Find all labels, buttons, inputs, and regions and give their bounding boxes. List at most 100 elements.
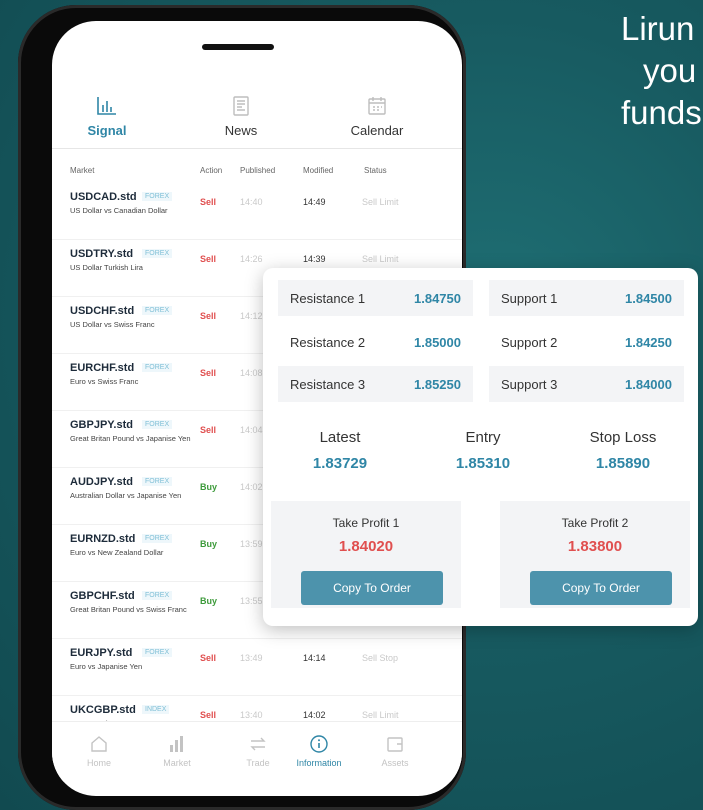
nav-label: Trade — [246, 758, 270, 768]
market-description: US Dollar Turkish Lira — [70, 263, 143, 272]
stat-value: 1.85890 — [595, 455, 651, 472]
action-label: Sell — [200, 425, 217, 435]
action-label: Buy — [200, 482, 218, 492]
market-category-badge: FOREX — [142, 192, 173, 201]
signal-detail-card: Resistance 1 1.84750 Support 1 1.84500 R… — [263, 268, 698, 626]
market-description: Great Britan Pound vs Swiss Franc — [70, 605, 187, 614]
level-value: 1.84000 — [625, 377, 672, 392]
support-2-row: Support 2 1.84250 — [489, 324, 684, 360]
published-time: 14:02 — [240, 482, 263, 492]
tab-label: Signal — [87, 123, 127, 138]
order-status: Sell Stop — [362, 653, 399, 663]
tab-calendar[interactable]: Calendar — [322, 95, 432, 138]
market-description: Euro vs New Zealand Dollar — [70, 548, 164, 557]
take-profit-label: Take Profit 1 — [332, 516, 400, 530]
level-name: Support 2 — [501, 335, 558, 350]
market-description: Great Britan Pound vs Japanise Yen — [70, 434, 191, 443]
tab-signal[interactable]: Signal — [52, 95, 162, 138]
latest-price: Latest 1.83729 — [275, 429, 405, 472]
market-category-badge: FOREX — [142, 363, 173, 372]
market-category-badge: FOREX — [142, 477, 173, 486]
published-time: 14:40 — [240, 197, 263, 207]
nav-label: Home — [86, 758, 111, 768]
bar-chart-icon — [52, 95, 162, 117]
market-chart-icon — [142, 732, 212, 756]
tab-news[interactable]: News — [186, 95, 296, 138]
nav-assets[interactable]: Assets — [360, 732, 430, 768]
level-name: Resistance 1 — [290, 291, 366, 306]
stat-value: 1.85310 — [455, 455, 511, 472]
market-category-badge: INDEX — [142, 705, 170, 714]
modified-time: 14:39 — [303, 254, 326, 264]
nav-label: Assets — [381, 758, 409, 768]
marketing-text-line-2: you — [643, 52, 697, 89]
market-category-badge: FOREX — [142, 534, 173, 543]
take-profit-value: 1.84020 — [338, 538, 394, 555]
market-symbol: USDCHF.std — [70, 305, 135, 317]
stat-label: Stop Loss — [589, 429, 657, 446]
news-icon — [186, 95, 296, 117]
header-action: Action — [200, 166, 223, 175]
copy-to-order-button[interactable]: Copy To Order — [301, 571, 443, 605]
nav-trade[interactable]: Trade — [223, 732, 293, 768]
stat-label: Latest — [319, 429, 361, 446]
level-value: 1.84750 — [414, 291, 461, 306]
market-description: US Dollar vs Swiss Franc — [70, 320, 155, 329]
take-profit-1-panel: Take Profit 1 1.84020 Copy To Order — [271, 501, 461, 608]
tabs-divider — [52, 148, 462, 149]
info-icon — [284, 732, 354, 756]
nav-market[interactable]: Market — [142, 732, 212, 768]
row-divider — [52, 695, 462, 696]
published-time: 14:04 — [240, 425, 263, 435]
header-published: Published — [240, 166, 276, 175]
resistance-1-row: Resistance 1 1.84750 — [278, 280, 473, 316]
tab-label: Calendar — [350, 123, 404, 138]
stop-loss-price: Stop Loss 1.85890 — [558, 429, 688, 472]
row-divider — [52, 638, 462, 639]
level-name: Resistance 2 — [290, 335, 366, 350]
market-category-badge: FOREX — [142, 249, 173, 258]
market-symbol: EURJPY.std — [70, 647, 133, 659]
wallet-icon — [360, 732, 430, 756]
nav-home[interactable]: Home — [64, 732, 134, 768]
bottom-navigation: Home Market Trade Information Assets — [52, 721, 462, 782]
take-profit-label: Take Profit 2 — [561, 516, 629, 530]
stat-value: 1.83729 — [312, 455, 368, 472]
nav-information[interactable]: Information — [284, 732, 354, 768]
modified-time: 14:02 — [303, 710, 326, 720]
market-category-badge: FOREX — [142, 591, 173, 600]
marketing-text-line-3: funds — [621, 94, 702, 131]
action-label: Sell — [200, 254, 217, 264]
header-modified: Modified — [303, 166, 334, 175]
tab-label: News — [224, 123, 258, 138]
published-time: 13:55 — [240, 596, 263, 606]
market-symbol: EURCHF.std — [70, 362, 135, 374]
order-status: Sell Limit — [362, 710, 399, 720]
row-divider — [52, 239, 462, 240]
action-label: Buy — [200, 596, 218, 606]
action-label: Sell — [200, 710, 217, 720]
level-value: 1.84250 — [625, 335, 672, 350]
header-status: Status — [364, 166, 387, 175]
action-label: Sell — [200, 368, 217, 378]
market-category-badge: FOREX — [142, 420, 173, 429]
trade-arrows-icon — [223, 732, 293, 756]
level-name: Support 3 — [501, 377, 558, 392]
calendar-icon — [322, 95, 432, 117]
level-value: 1.85250 — [414, 377, 461, 392]
market-symbol: AUDJPY.std — [70, 476, 133, 488]
copy-to-order-button[interactable]: Copy To Order — [530, 571, 672, 605]
published-time: 13:49 — [240, 653, 263, 663]
stat-label: Entry — [465, 429, 501, 446]
order-status: Sell Limit — [362, 254, 399, 264]
resistance-3-row: Resistance 3 1.85250 — [278, 366, 473, 402]
level-value: 1.85000 — [414, 335, 461, 350]
nav-label: Market — [163, 758, 191, 768]
published-time: 13:59 — [240, 539, 263, 549]
published-time: 14:08 — [240, 368, 263, 378]
modified-time: 14:49 — [303, 197, 326, 207]
support-3-row: Support 3 1.84000 — [489, 366, 684, 402]
phone-speaker — [202, 44, 274, 50]
published-time: 13:40 — [240, 710, 263, 720]
take-profit-2-panel: Take Profit 2 1.83800 Copy To Order — [500, 501, 690, 608]
